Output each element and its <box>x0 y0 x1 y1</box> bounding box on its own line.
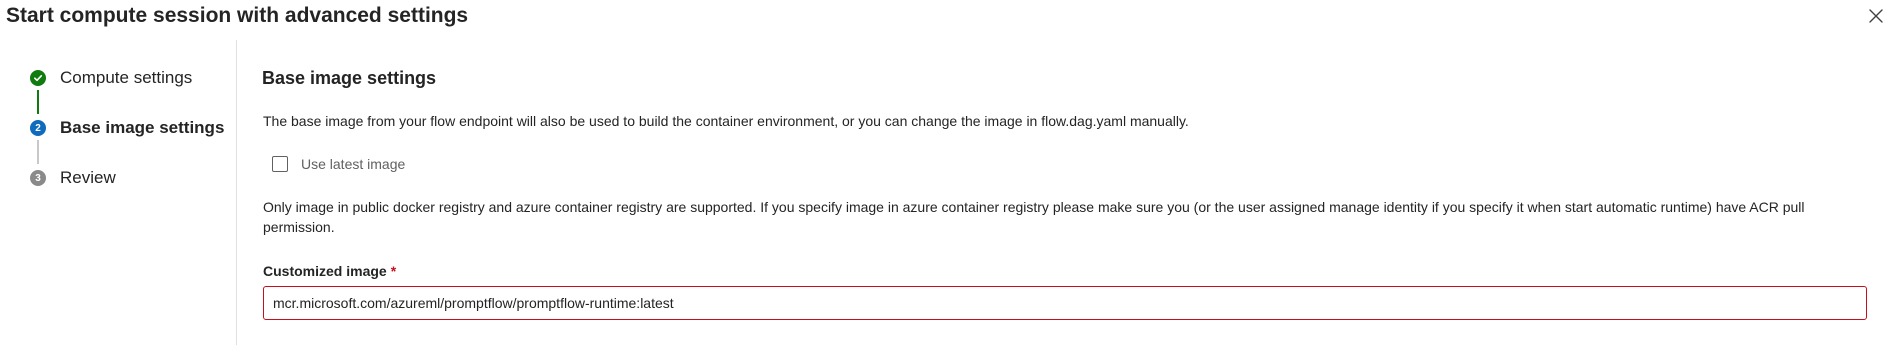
step-base-image-settings[interactable]: 2 Base image settings <box>30 116 224 140</box>
step-connector <box>37 90 39 114</box>
dialog-title: Start compute session with advanced sett… <box>6 4 469 27</box>
section-heading: Base image settings <box>262 68 437 88</box>
field-label-text: Customized image <box>263 263 387 279</box>
step-review[interactable]: 3 Review <box>30 166 116 190</box>
use-latest-image-checkbox[interactable]: Use latest image <box>272 154 405 174</box>
step-label: Review <box>60 168 116 187</box>
checkbox-label: Use latest image <box>301 156 406 172</box>
close-button[interactable] <box>1866 6 1886 26</box>
step-connector <box>37 140 39 164</box>
advanced-settings-dialog: Start compute session with advanced sett… <box>0 0 1893 345</box>
step-compute-settings[interactable]: Compute settings <box>30 66 192 90</box>
customized-image-label: Customized image * <box>263 261 396 281</box>
step-number-badge: 3 <box>30 170 46 186</box>
step-label: Compute settings <box>60 68 193 87</box>
required-mark: * <box>390 263 397 279</box>
section-description: The base image from your flow endpoint w… <box>263 113 1189 129</box>
checkbox-box[interactable] <box>272 156 288 172</box>
registry-support-note: Only image in public docker registry and… <box>263 199 1805 235</box>
wizard-steps-nav: Compute settings 2 Base image settings 3… <box>0 40 237 345</box>
step-number-badge: 2 <box>30 120 46 136</box>
customized-image-input[interactable] <box>263 286 1867 320</box>
checkmark-icon <box>30 70 46 86</box>
close-icon <box>1866 6 1886 26</box>
step-label: Base image settings <box>60 118 225 137</box>
